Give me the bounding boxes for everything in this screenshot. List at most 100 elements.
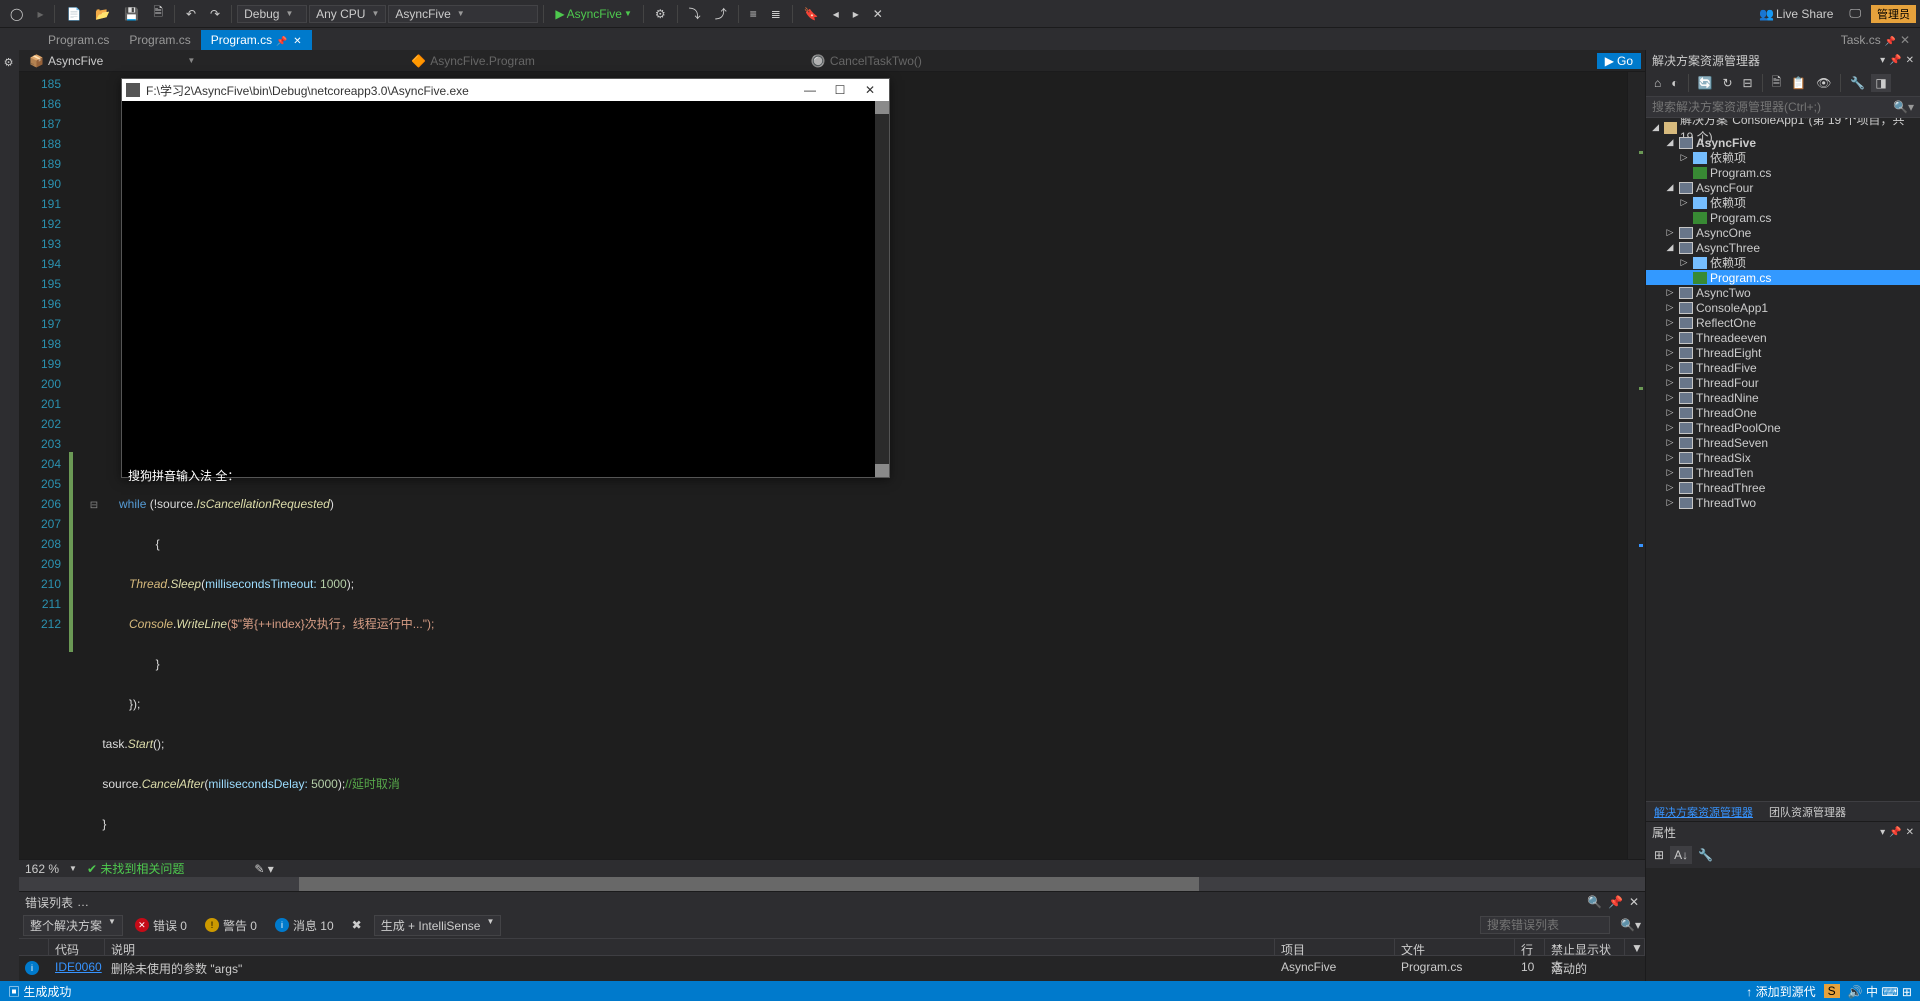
- bm-next-icon[interactable]: ▸: [847, 5, 865, 23]
- indent-icon[interactable]: ≡: [744, 5, 763, 23]
- tab-task[interactable]: Task.cs📌✕: [1831, 30, 1920, 50]
- close-button[interactable]: ✕: [855, 83, 885, 97]
- tree-node[interactable]: ▷ThreadOne: [1646, 405, 1920, 420]
- wrench-icon[interactable]: 🔧: [1846, 74, 1869, 92]
- startup-project-dropdown[interactable]: AsyncFive▼: [388, 5, 538, 23]
- minimize-button[interactable]: —: [795, 83, 825, 97]
- undo-icon[interactable]: ↶: [180, 5, 202, 23]
- tree-node[interactable]: ▷AsyncOne: [1646, 225, 1920, 240]
- source-control-status[interactable]: ↑ 添加到源代: [1746, 983, 1815, 1000]
- nav-fwd-icon[interactable]: ▸: [31, 5, 49, 23]
- outdent-icon[interactable]: ≣: [765, 5, 787, 23]
- tab-program-2[interactable]: Program.cs: [119, 30, 200, 50]
- solution-search[interactable]: 🔍▾: [1646, 96, 1920, 118]
- zoom-level[interactable]: 162 %: [25, 862, 59, 876]
- close-tab-icon[interactable]: ✕: [293, 36, 301, 47]
- nav-back-icon[interactable]: ◯: [4, 5, 29, 23]
- panel-options-icon[interactable]: ▾: [1880, 55, 1885, 66]
- close-icon[interactable]: ✕: [1629, 895, 1639, 909]
- bm-clear-icon[interactable]: ✕: [867, 5, 889, 23]
- prop-page-icon[interactable]: 🔧: [1694, 846, 1717, 864]
- tree-node[interactable]: ▷ThreadPoolOne: [1646, 420, 1920, 435]
- tree-node[interactable]: ▷ThreadNine: [1646, 390, 1920, 405]
- messages-toggle[interactable]: i消息 10: [269, 916, 340, 935]
- bm-prev-icon[interactable]: ◂: [827, 5, 845, 23]
- nav-class[interactable]: 🔶 AsyncFive.Program: [405, 54, 541, 68]
- new-icon[interactable]: 📄: [60, 5, 87, 23]
- console-titlebar[interactable]: F:\学习2\AsyncFive\bin\Debug\netcoreapp3.0…: [122, 79, 889, 101]
- sync-icon[interactable]: 🔄: [1694, 74, 1717, 92]
- tree-node[interactable]: ▷ConsoleApp1: [1646, 300, 1920, 315]
- tree-node[interactable]: ▷依赖项: [1646, 195, 1920, 210]
- config-dropdown[interactable]: Debug▼: [237, 5, 307, 23]
- saveall-icon[interactable]: 🗎: [147, 1, 169, 26]
- tab-program-3[interactable]: Program.cs📌✕: [201, 30, 312, 50]
- tree-node[interactable]: ◢解决方案"ConsoleApp1"(第 19 个项目，共 19 个): [1646, 120, 1920, 135]
- editor-minimap[interactable]: [1627, 72, 1645, 859]
- platform-dropdown[interactable]: Any CPU▼: [309, 5, 386, 23]
- step-icon-2[interactable]: ⤴: [709, 3, 733, 24]
- tree-node[interactable]: ▷依赖项: [1646, 255, 1920, 270]
- tool-icon-1[interactable]: ⚙: [649, 5, 672, 23]
- step-icon-1[interactable]: ⤵: [683, 3, 707, 24]
- open-icon[interactable]: 📂: [89, 5, 116, 23]
- tab-program-1[interactable]: Program.cs: [38, 30, 119, 50]
- tree-node[interactable]: ▷AsyncTwo: [1646, 285, 1920, 300]
- solution-search-input[interactable]: [1652, 100, 1893, 114]
- panel-options-icon[interactable]: ▾: [1880, 827, 1885, 838]
- tree-node[interactable]: Program.cs: [1646, 210, 1920, 225]
- live-share-button[interactable]: 👥 Live Share: [1753, 5, 1839, 23]
- view-icon[interactable]: ◨: [1871, 74, 1890, 92]
- tab-solution-explorer[interactable]: 解决方案资源管理器: [1646, 802, 1761, 821]
- tab-team-explorer[interactable]: 团队资源管理器: [1761, 802, 1854, 821]
- console-window[interactable]: F:\学习2\AsyncFive\bin\Debug\netcoreapp3.0…: [121, 78, 890, 478]
- tree-node[interactable]: ▷ThreadSeven: [1646, 435, 1920, 450]
- properties-icon[interactable]: 📋: [1787, 74, 1810, 92]
- save-icon[interactable]: 💾: [118, 5, 145, 23]
- tree-node[interactable]: ▷ThreadTen: [1646, 465, 1920, 480]
- back-icon[interactable]: ◐: [1667, 74, 1682, 92]
- show-all-icon[interactable]: 🗎: [1768, 71, 1786, 96]
- close-icon[interactable]: ✕: [1906, 55, 1914, 66]
- source-dropdown[interactable]: 生成 + IntelliSense▼: [374, 915, 502, 936]
- bookmark-icon[interactable]: 🔖: [798, 5, 825, 23]
- build-intellisense-toggle[interactable]: ✖: [346, 917, 368, 933]
- start-button[interactable]: ▶ AsyncFive ▼: [549, 5, 638, 23]
- console-output[interactable]: [122, 101, 889, 477]
- pin-icon[interactable]: 📌: [1608, 895, 1623, 909]
- preview-icon[interactable]: 👁: [1812, 74, 1835, 92]
- maximize-button[interactable]: ☐: [825, 83, 855, 97]
- tree-node[interactable]: ▷ReflectOne: [1646, 315, 1920, 330]
- server-explorer-tool[interactable]: ⚙: [0, 50, 17, 75]
- console-scrollbar[interactable]: [875, 101, 889, 477]
- categorize-icon[interactable]: ⊞: [1650, 846, 1668, 864]
- pin-icon[interactable]: 📌: [1889, 55, 1901, 66]
- issues-indicator[interactable]: ✔ 未找到相关问题: [87, 860, 184, 877]
- tree-node[interactable]: Program.cs: [1646, 165, 1920, 180]
- tree-node[interactable]: ◢AsyncFour: [1646, 180, 1920, 195]
- refresh-icon[interactable]: ↻: [1718, 74, 1736, 92]
- tree-node[interactable]: ▷Threadeeven: [1646, 330, 1920, 345]
- errors-toggle[interactable]: ✕错误 0: [129, 916, 193, 935]
- warnings-toggle[interactable]: !警告 0: [199, 916, 263, 935]
- tree-node[interactable]: ▷ThreadTwo: [1646, 495, 1920, 510]
- search-go-icon[interactable]: 🔍▾: [1620, 918, 1641, 932]
- solution-tree[interactable]: ◢解决方案"ConsoleApp1"(第 19 个项目，共 19 个) ◢Asyn…: [1646, 118, 1920, 801]
- tree-node[interactable]: ▷ThreadEight: [1646, 345, 1920, 360]
- nav-method[interactable]: 🔘 CancelTaskTwo(): [805, 54, 928, 68]
- tree-node[interactable]: ▷ThreadThree: [1646, 480, 1920, 495]
- tree-node[interactable]: ▷ThreadSix: [1646, 450, 1920, 465]
- error-row[interactable]: i IDE0060 删除未使用的参数 "args" AsyncFive Prog…: [19, 956, 1645, 981]
- tree-node[interactable]: ▷ThreadFour: [1646, 375, 1920, 390]
- tree-node[interactable]: ▷ThreadFive: [1646, 360, 1920, 375]
- pin-icon[interactable]: 📌: [1889, 827, 1901, 838]
- tree-node[interactable]: ◢AsyncThree: [1646, 240, 1920, 255]
- tree-node[interactable]: ▷依赖项: [1646, 150, 1920, 165]
- nav-scope[interactable]: 📦 AsyncFive▼: [23, 54, 201, 68]
- horizontal-scrollbar[interactable]: [19, 877, 1645, 891]
- search-icon[interactable]: 🔍: [1587, 895, 1602, 909]
- search-icon[interactable]: 🔍▾: [1893, 100, 1914, 114]
- error-search-input[interactable]: [1480, 916, 1610, 934]
- redo-icon[interactable]: ↷: [204, 5, 226, 23]
- close-icon[interactable]: ✕: [1906, 827, 1914, 838]
